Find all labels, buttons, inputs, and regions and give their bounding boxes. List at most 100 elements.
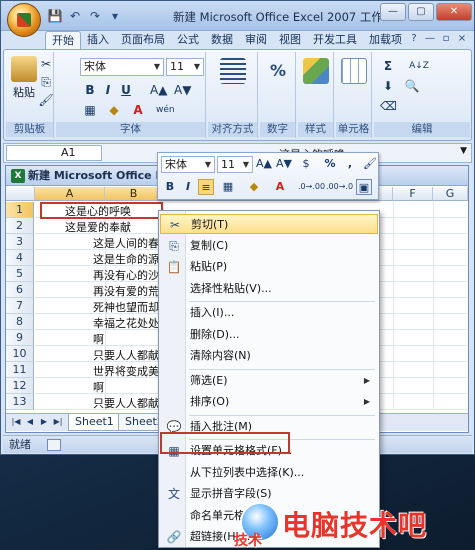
mini-align-center-icon[interactable]: ≡: [198, 179, 214, 195]
mini-bold-button[interactable]: B: [162, 179, 178, 195]
mini-comma-button[interactable]: ,: [342, 156, 358, 172]
context-menu-item[interactable]: ✂ 剪切(T): [160, 214, 378, 234]
mini-font-color-button[interactable]: A: [272, 179, 288, 195]
select-all-corner[interactable]: [6, 187, 35, 201]
autosum-button[interactable]: Σ: [380, 58, 396, 74]
cell-text: 幸福之花处处: [93, 317, 159, 330]
context-menu-item[interactable]: 选择性粘贴(V)...: [160, 279, 378, 299]
prev-sheet-icon[interactable]: ◀: [24, 416, 36, 428]
tab-addins[interactable]: 加载项: [363, 31, 408, 49]
ribbon-close-icon[interactable]: ×: [456, 33, 468, 45]
mini-merge-icon[interactable]: ▣: [356, 179, 372, 195]
row-header[interactable]: 6: [6, 282, 34, 298]
mini-font-select[interactable]: 宋体 ▼: [161, 156, 215, 173]
sort-filter-button[interactable]: A↓Z: [404, 58, 434, 74]
alignment-button[interactable]: [220, 58, 246, 86]
row-header[interactable]: 5: [6, 266, 34, 282]
context-menu-item[interactable]: 清除内容(N): [160, 346, 378, 366]
styles-button[interactable]: [303, 58, 329, 86]
mini-size-select[interactable]: 11 ▼: [217, 156, 253, 173]
column-header-g[interactable]: G: [433, 187, 468, 201]
last-sheet-icon[interactable]: ▶|: [52, 416, 64, 428]
row-header[interactable]: 3: [6, 234, 34, 250]
font-shrink-icon[interactable]: A▼: [174, 82, 191, 98]
tab-insert[interactable]: 插入: [81, 31, 115, 49]
ribbon-minimize-icon[interactable]: —: [424, 33, 436, 45]
mini-decrease-decimal-button[interactable]: .00→.0: [326, 179, 353, 195]
formula-expand-icon[interactable]: ▼: [460, 146, 467, 156]
undo-icon[interactable]: ↶: [67, 8, 83, 24]
mini-shrink-font-icon[interactable]: A▼: [276, 156, 292, 172]
mini-fill-color-icon[interactable]: ◆: [246, 179, 262, 195]
tab-review[interactable]: 审阅: [239, 31, 273, 49]
font-grow-icon[interactable]: A▲: [150, 82, 167, 98]
group-label-clipboard: 剪贴板: [6, 122, 53, 137]
italic-button[interactable]: I: [100, 82, 116, 98]
column-header-a[interactable]: A: [35, 187, 105, 201]
tab-formulas[interactable]: 公式: [171, 31, 205, 49]
mini-percent-button[interactable]: %: [322, 156, 338, 172]
tab-page-layout[interactable]: 页面布局: [115, 31, 171, 49]
clear-icon[interactable]: ⌫: [380, 98, 397, 114]
phonetic-button[interactable]: wén: [156, 102, 175, 118]
column-header-f[interactable]: F: [393, 187, 433, 201]
context-menu-item[interactable]: 从下拉列表中选择(K)...: [160, 463, 378, 483]
tab-home[interactable]: 开始: [45, 31, 81, 49]
paste-button[interactable]: 粘贴: [9, 56, 39, 100]
ribbon-restore-icon[interactable]: ▫: [440, 33, 452, 45]
number-format-button[interactable]: %: [265, 58, 291, 86]
cut-icon[interactable]: ✂: [38, 56, 54, 72]
cells-button[interactable]: [341, 58, 367, 86]
first-sheet-icon[interactable]: |◀: [10, 416, 22, 428]
row-header[interactable]: 11: [6, 362, 34, 378]
context-menu-item[interactable]: 排序(O) ▶: [160, 392, 378, 412]
row-header[interactable]: 7: [6, 298, 34, 314]
fill-icon[interactable]: ⬇: [380, 78, 396, 94]
row-header[interactable]: 12: [6, 378, 34, 394]
font-name-select[interactable]: 宋体 ▼: [80, 58, 164, 76]
context-menu-item[interactable]: 删除(D)...: [160, 325, 378, 345]
office-button[interactable]: [7, 3, 41, 37]
context-menu-item[interactable]: 插入(I)...: [160, 303, 378, 323]
sheet-tab-sheet1[interactable]: Sheet1: [68, 414, 121, 431]
font-color-button[interactable]: A: [130, 102, 146, 118]
underline-button[interactable]: U: [118, 82, 134, 98]
bold-button[interactable]: B: [82, 82, 98, 98]
help-icon[interactable]: ?: [408, 33, 420, 45]
tab-data[interactable]: 数据: [205, 31, 239, 49]
mini-format-painter-icon[interactable]: 🖌: [362, 156, 378, 172]
qat-customize-icon[interactable]: ▾: [107, 8, 123, 24]
find-select-icon[interactable]: 🔍: [404, 78, 420, 94]
context-menu-item[interactable]: ⎘ 复制(C): [160, 236, 378, 256]
tab-developer[interactable]: 开发工具: [307, 31, 363, 49]
next-sheet-icon[interactable]: ▶: [38, 416, 50, 428]
macro-record-icon[interactable]: [47, 439, 61, 451]
mini-currency-icon[interactable]: $: [298, 156, 314, 172]
mini-italic-button[interactable]: I: [180, 179, 196, 195]
mini-increase-decimal-button[interactable]: .0→.00: [298, 179, 325, 195]
row-header[interactable]: 2: [6, 218, 34, 234]
borders-icon[interactable]: ▦: [82, 102, 98, 118]
row-header[interactable]: 4: [6, 250, 34, 266]
context-menu-item[interactable]: 📋 粘贴(P): [160, 257, 378, 277]
fill-color-icon[interactable]: ◆: [106, 102, 122, 118]
redo-icon[interactable]: ↷: [87, 8, 103, 24]
row-header[interactable]: 9: [6, 330, 34, 346]
column-header-b[interactable]: B: [105, 187, 163, 201]
save-icon[interactable]: 💾: [47, 8, 63, 24]
font-size-select[interactable]: 11 ▼: [166, 58, 204, 76]
maximize-button[interactable]: ▢: [408, 3, 434, 21]
mini-grow-font-icon[interactable]: A▲: [256, 156, 272, 172]
row-header[interactable]: 8: [6, 314, 34, 330]
mini-borders-icon[interactable]: ▦: [220, 179, 236, 195]
row-header[interactable]: 10: [6, 346, 34, 362]
minimize-button[interactable]: —: [380, 3, 406, 21]
copy-icon[interactable]: ⎘: [38, 74, 54, 90]
tab-view[interactable]: 视图: [273, 31, 307, 49]
format-painter-icon[interactable]: 🖌: [38, 92, 54, 108]
context-menu-item[interactable]: 筛选(E) ▶: [160, 371, 378, 391]
row-header[interactable]: 1: [6, 202, 34, 218]
row-header[interactable]: 13: [6, 394, 34, 410]
close-button[interactable]: ✕: [436, 3, 472, 21]
name-box[interactable]: A1: [6, 145, 102, 161]
